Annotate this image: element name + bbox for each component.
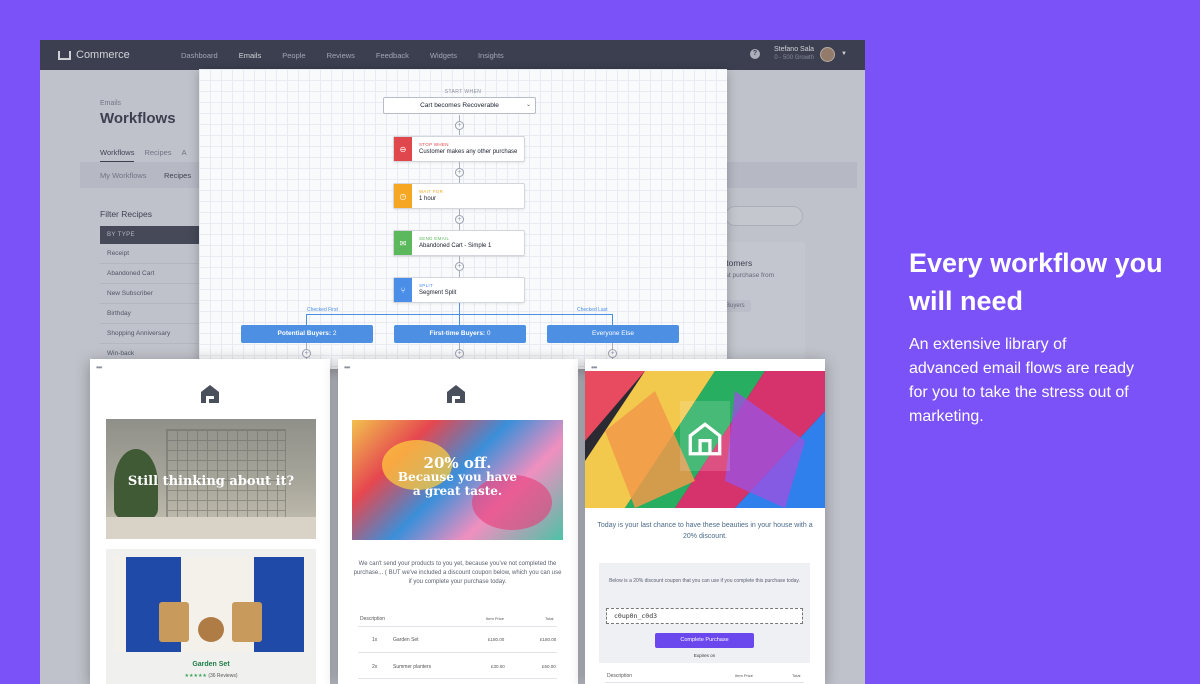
step-kind: SPLIT xyxy=(419,283,434,288)
chair-decor xyxy=(232,602,262,642)
order-table: Description Item Price Total 1x Garden S… xyxy=(358,614,557,684)
step-value: Customer makes any other purchase xyxy=(419,149,518,155)
add-step-plus-icon[interactable]: + xyxy=(455,215,464,224)
workflow-canvas[interactable]: START WHEN Cart becomes Recoverable ⌄ + … xyxy=(199,69,727,369)
hero-line-1: 20% off. xyxy=(423,454,492,472)
product-reviews: ★★★★★ (36 Reviews) xyxy=(106,673,316,679)
branch-label: Everyone Else xyxy=(592,330,634,337)
product-card[interactable]: Garden Set ★★★★★ (36 Reviews) xyxy=(106,549,316,684)
chair-decor xyxy=(159,602,189,642)
row-2-name: Summer planters xyxy=(393,664,432,670)
start-when-label: START WHEN xyxy=(444,89,482,95)
coupon-text: Below is a 20% discount coupon that you … xyxy=(609,578,800,584)
email-preview-20-off[interactable]: ••• 20% off. Because you have a great ta… xyxy=(338,359,578,684)
table-decor xyxy=(198,617,224,642)
table-divider xyxy=(358,678,557,679)
add-step-plus-icon[interactable]: + xyxy=(302,349,311,358)
rating-stars-icon: ★★★★★ xyxy=(184,673,207,679)
step-value: Segment Split xyxy=(419,290,457,296)
clock-icon: ◷ xyxy=(394,184,412,208)
row-1-total: £180.00 xyxy=(540,637,557,642)
branch-label-last: Checked Last xyxy=(577,307,608,313)
window-dots: ••• xyxy=(344,363,350,372)
branch-label: Potential Buyers: xyxy=(277,330,332,337)
row-2-total: £60.00 xyxy=(542,664,556,669)
house-logo-icon xyxy=(688,422,722,456)
row-2-price: £30.00 xyxy=(491,664,505,669)
product-image xyxy=(114,557,308,652)
row-1-price: £180.00 xyxy=(488,637,505,642)
coupon-code[interactable]: c0up0n_c0d3 xyxy=(606,608,803,624)
hero-line-3: a great taste. xyxy=(412,484,503,498)
add-step-plus-icon[interactable]: + xyxy=(455,349,464,358)
workflow-step-send-email[interactable]: ✉ SEND EMAIL Abandoned Cart - Simple 1 xyxy=(393,230,525,256)
trigger-select[interactable]: Cart becomes Recoverable ⌄ xyxy=(383,97,536,114)
step-kind: SEND EMAIL xyxy=(419,236,450,241)
col-total: Total xyxy=(792,673,801,678)
row-2-qty: 2x xyxy=(372,664,378,670)
hero-headline: Still thinking about it? xyxy=(127,474,295,489)
branch-line xyxy=(306,314,612,315)
col-description: Description xyxy=(360,616,386,622)
table-divider xyxy=(358,626,557,627)
table-divider xyxy=(358,652,557,653)
envelope-icon: ✉ xyxy=(394,231,412,255)
hero-line-2: Because you have xyxy=(397,470,518,484)
step-value: 1 hour xyxy=(419,196,437,202)
review-count: (36 Reviews) xyxy=(208,673,238,679)
add-step-plus-icon[interactable]: + xyxy=(608,349,617,358)
branch-line xyxy=(612,314,613,325)
product-name[interactable]: Garden Set xyxy=(106,661,316,668)
complete-purchase-button[interactable]: Complete Purchase xyxy=(655,633,754,648)
step-value: Abandoned Cart - Simple 1 xyxy=(419,243,492,249)
split-icon: ⑂ xyxy=(394,278,412,302)
row-1-name: Garden Set xyxy=(393,637,419,643)
trigger-select-value: Cart becomes Recoverable xyxy=(420,102,499,109)
add-step-plus-icon[interactable]: + xyxy=(455,262,464,271)
branch-label-first: Checked First xyxy=(307,307,338,313)
workflow-step-split[interactable]: ⑂ SPLIT Segment Split xyxy=(393,277,525,303)
marketing-headline: Every workflow you will need xyxy=(909,248,1163,316)
workflow-step-wait-for[interactable]: ◷ WAIT FOR 1 hour xyxy=(393,183,525,209)
house-logo-icon xyxy=(201,385,219,403)
workflow-step-stop-when[interactable]: ⊖ STOP WHEN Customer makes any other pur… xyxy=(393,136,525,162)
email-preview-still-thinking[interactable]: ••• Still thinking about it? Garden Set … xyxy=(90,359,330,684)
expires-text: Expires on xyxy=(693,653,716,658)
branch-line xyxy=(306,314,307,325)
col-description: Description xyxy=(607,673,633,679)
col-total: Total xyxy=(545,616,554,621)
branch-count: 0 xyxy=(486,330,491,337)
coupon-panel: Below is a 20% discount coupon that you … xyxy=(599,563,810,663)
branch-potential-buyers[interactable]: Potential Buyers: 2 xyxy=(241,325,373,343)
hero-image: Still thinking about it? xyxy=(106,419,316,539)
chevron-down-icon: ⌄ xyxy=(525,102,531,108)
table-divider xyxy=(605,682,804,683)
step-kind: WAIT FOR xyxy=(419,189,444,194)
branch-everyone-else[interactable]: Everyone Else xyxy=(547,325,679,343)
hero-image xyxy=(585,371,825,508)
branch-first-time-buyers[interactable]: First-time Buyers: 0 xyxy=(394,325,526,343)
hero-image: 20% off. Because you have a great taste. xyxy=(352,420,563,540)
col-item-price: Item Price xyxy=(486,616,505,621)
col-item-price: Item Price xyxy=(735,673,754,678)
add-step-plus-icon[interactable]: + xyxy=(455,168,464,177)
house-logo-icon xyxy=(447,385,465,403)
email-body-text: We can't send your products to you yet, … xyxy=(353,561,562,585)
email-lead-text: Today is your last chance to have these … xyxy=(597,522,813,540)
add-step-plus-icon[interactable]: + xyxy=(455,121,464,130)
email-preview-last-chance[interactable]: ••• Today is your last chance to have th… xyxy=(585,359,825,684)
branch-count: 2 xyxy=(332,330,337,337)
step-kind: STOP WHEN xyxy=(419,142,449,147)
shelf-decor xyxy=(106,517,316,539)
minus-circle-icon: ⊖ xyxy=(394,137,412,161)
marketing-subcopy: An extensive library of advanced email f… xyxy=(909,336,1135,425)
order-table: Description Item Price Total xyxy=(605,671,804,684)
branch-label: First-time Buyers: xyxy=(429,330,486,337)
row-1-qty: 1x xyxy=(372,637,378,643)
hero-headline: 20% off. Because you have a great taste. xyxy=(352,454,563,499)
window-dots: ••• xyxy=(96,363,102,372)
